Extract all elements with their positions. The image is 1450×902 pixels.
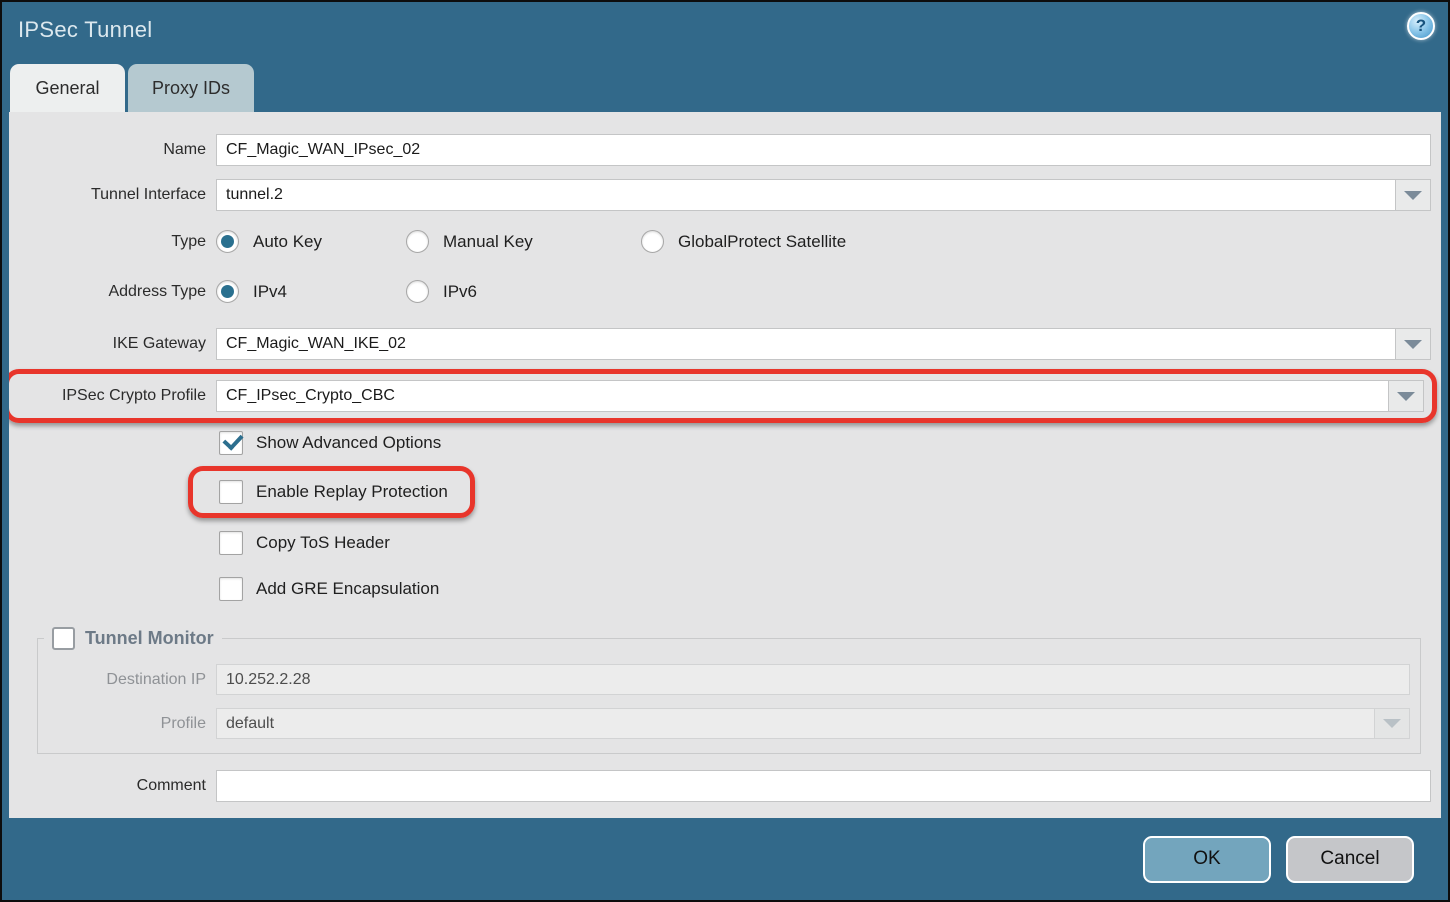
ike-gateway-input[interactable] bbox=[216, 328, 1431, 360]
destination-ip-row: Destination IP bbox=[38, 664, 1410, 695]
monitor-profile-label: Profile bbox=[38, 715, 216, 733]
monitor-profile-input bbox=[216, 708, 1410, 739]
highlight-ipsec-crypto-profile: IPSec Crypto Profile bbox=[9, 369, 1437, 423]
name-label: Name bbox=[9, 141, 216, 159]
radio-ipv4[interactable] bbox=[216, 280, 239, 303]
general-tab-panel: Name Tunnel Interface Type Auto Key bbox=[9, 112, 1441, 818]
radio-manual-key-label: Manual Key bbox=[443, 232, 533, 252]
ipsec-crypto-profile-dropdown-button[interactable] bbox=[1388, 381, 1423, 411]
radio-ipv6-label: IPv6 bbox=[443, 282, 477, 302]
help-icon[interactable]: ? bbox=[1407, 12, 1435, 40]
monitor-profile-row: Profile bbox=[38, 708, 1410, 739]
destination-ip-label: Destination IP bbox=[38, 671, 216, 689]
ipsec-crypto-profile-row: IPSec Crypto Profile bbox=[9, 380, 1424, 412]
name-input[interactable] bbox=[216, 134, 1431, 166]
enable-replay-protection-label: Enable Replay Protection bbox=[256, 482, 448, 502]
ipsec-crypto-profile-input[interactable] bbox=[216, 380, 1424, 412]
radio-auto-key[interactable] bbox=[216, 230, 239, 253]
type-option-manual-key[interactable]: Manual Key bbox=[406, 230, 641, 253]
tunnel-monitor-checkbox[interactable] bbox=[52, 627, 75, 650]
address-type-option-ipv4[interactable]: IPv4 bbox=[216, 280, 406, 303]
tab-proxy-ids[interactable]: Proxy IDs bbox=[128, 64, 254, 112]
chevron-down-icon bbox=[1397, 392, 1415, 401]
show-advanced-options-label: Show Advanced Options bbox=[256, 433, 441, 453]
comment-input[interactable] bbox=[216, 770, 1431, 802]
copy-tos-header-row[interactable]: Copy ToS Header bbox=[219, 531, 1431, 555]
radio-manual-key[interactable] bbox=[406, 230, 429, 253]
chevron-down-icon bbox=[1404, 191, 1422, 200]
show-advanced-options-row[interactable]: Show Advanced Options bbox=[219, 431, 1431, 455]
cancel-button[interactable]: Cancel bbox=[1286, 836, 1414, 883]
address-type-option-ipv6[interactable]: IPv6 bbox=[406, 280, 477, 303]
tab-proxy-ids-label: Proxy IDs bbox=[152, 78, 230, 99]
tunnel-interface-dropdown-button[interactable] bbox=[1395, 180, 1430, 210]
address-type-label: Address Type bbox=[9, 283, 216, 301]
enable-replay-protection-row[interactable]: Enable Replay Protection bbox=[219, 480, 448, 504]
chevron-down-icon bbox=[1404, 340, 1422, 349]
tunnel-interface-row: Tunnel Interface bbox=[9, 179, 1431, 211]
comment-row: Comment bbox=[9, 770, 1431, 802]
tab-general[interactable]: General bbox=[10, 64, 125, 112]
tunnel-interface-label: Tunnel Interface bbox=[9, 186, 216, 204]
highlight-enable-replay-protection: Enable Replay Protection bbox=[188, 466, 475, 518]
monitor-profile-dropdown-button bbox=[1374, 709, 1409, 738]
ipsec-tunnel-dialog: IPSec Tunnel ? General Proxy IDs Name Tu… bbox=[0, 0, 1450, 902]
radio-globalprotect-satellite[interactable] bbox=[641, 230, 664, 253]
type-radio-group: Auto Key Manual Key GlobalProtect Satell… bbox=[216, 230, 876, 253]
add-gre-encapsulation-label: Add GRE Encapsulation bbox=[256, 579, 439, 599]
copy-tos-header-checkbox[interactable] bbox=[219, 531, 243, 555]
advanced-options-group: Show Advanced Options Enable Replay Prot… bbox=[219, 431, 1431, 601]
address-type-radio-group: IPv4 IPv6 bbox=[216, 280, 507, 303]
destination-ip-input bbox=[216, 664, 1410, 695]
type-option-globalprotect-satellite[interactable]: GlobalProtect Satellite bbox=[641, 230, 846, 253]
add-gre-encapsulation-row[interactable]: Add GRE Encapsulation bbox=[219, 577, 1431, 601]
type-option-auto-key[interactable]: Auto Key bbox=[216, 230, 406, 253]
radio-globalprotect-satellite-label: GlobalProtect Satellite bbox=[678, 232, 846, 252]
ike-gateway-row: IKE Gateway bbox=[9, 328, 1431, 360]
comment-label: Comment bbox=[9, 777, 216, 795]
ike-gateway-dropdown-button[interactable] bbox=[1395, 329, 1430, 359]
name-row: Name bbox=[9, 134, 1431, 166]
tunnel-monitor-section: Tunnel Monitor Destination IP Profile bbox=[37, 627, 1421, 754]
enable-replay-protection-checkbox[interactable] bbox=[219, 480, 243, 504]
dialog-title: IPSec Tunnel bbox=[18, 17, 152, 43]
dialog-titlebar: IPSec Tunnel ? bbox=[2, 2, 1448, 64]
show-advanced-options-checkbox[interactable] bbox=[219, 431, 243, 455]
copy-tos-header-label: Copy ToS Header bbox=[256, 533, 390, 553]
chevron-down-icon bbox=[1383, 719, 1401, 728]
ok-button[interactable]: OK bbox=[1143, 836, 1271, 883]
tunnel-monitor-legend: Tunnel Monitor bbox=[44, 627, 222, 650]
tab-general-label: General bbox=[35, 78, 99, 99]
radio-ipv6[interactable] bbox=[406, 280, 429, 303]
address-type-row: Address Type IPv4 IPv6 bbox=[9, 280, 1431, 303]
ipsec-crypto-profile-label: IPSec Crypto Profile bbox=[9, 387, 216, 405]
type-row: Type Auto Key Manual Key GlobalProtect S… bbox=[9, 230, 1431, 253]
tunnel-interface-input[interactable] bbox=[216, 179, 1431, 211]
tunnel-monitor-label: Tunnel Monitor bbox=[85, 628, 214, 649]
add-gre-encapsulation-checkbox[interactable] bbox=[219, 577, 243, 601]
ike-gateway-label: IKE Gateway bbox=[9, 335, 216, 353]
type-label: Type bbox=[9, 233, 216, 251]
dialog-footer: OK Cancel bbox=[2, 818, 1448, 900]
radio-auto-key-label: Auto Key bbox=[253, 232, 322, 252]
tab-bar: General Proxy IDs bbox=[2, 64, 1448, 112]
radio-ipv4-label: IPv4 bbox=[253, 282, 287, 302]
